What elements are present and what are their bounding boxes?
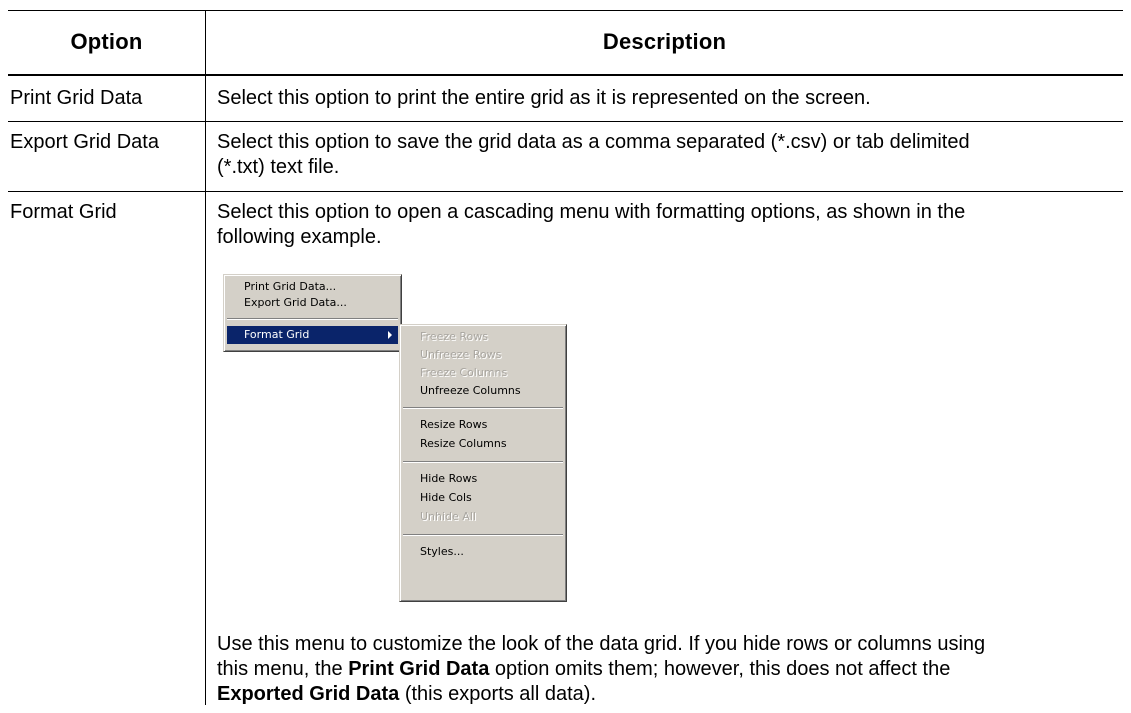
row-divider (8, 191, 1123, 192)
description-line: Select this option to open a cascading m… (217, 201, 966, 223)
description-line: this menu, the Print Grid Data option om… (217, 657, 1115, 682)
header-description: Description (602, 29, 727, 54)
description-print-grid-data: Select this option to print the entire g… (217, 87, 871, 109)
menu-separator (227, 318, 398, 320)
description-line: (*.txt) text file. (217, 156, 340, 178)
description-export-grid-data: Select this option to save the grid data… (217, 130, 1115, 180)
menu-separator (403, 407, 563, 409)
menu-item-label: Format Grid (244, 328, 310, 341)
menu-item-unfreeze-columns[interactable]: Unfreeze Columns (403, 382, 563, 400)
menu-separator (403, 461, 563, 463)
row-divider (8, 121, 1123, 122)
option-format-grid: Format Grid (10, 201, 117, 223)
text-span: this menu, the (217, 658, 349, 680)
menu-item-hide-rows[interactable]: Hide Rows (403, 470, 563, 488)
menu-item-export-grid-data[interactable]: Export Grid Data... (227, 294, 398, 312)
text-span: (this exports all data). (399, 683, 597, 705)
menu-item-resize-columns[interactable]: Resize Columns (403, 435, 563, 453)
menu-item-format-grid[interactable]: Format Grid (227, 326, 398, 344)
text-span: option omits them; however, this does no… (489, 658, 951, 680)
description-line: Use this menu to customize the look of t… (217, 633, 986, 655)
menu-item-resize-rows[interactable]: Resize Rows (403, 416, 563, 434)
column-divider (205, 10, 206, 705)
context-menu: Print Grid Data... Export Grid Data... F… (223, 274, 402, 352)
description-format-grid-intro: Select this option to open a cascading m… (217, 200, 1115, 250)
option-print-grid-data: Print Grid Data (10, 87, 143, 109)
menu-item-unhide-all[interactable]: Unhide All (403, 508, 563, 526)
description-line: Select this option to save the grid data… (217, 131, 970, 153)
header-option: Option (70, 29, 143, 54)
description-line: following example. (217, 226, 382, 248)
menu-separator (403, 534, 563, 536)
submenu-arrow-icon (388, 331, 392, 339)
header-bottom-rule (8, 74, 1123, 76)
table-top-rule (8, 10, 1123, 11)
menu-item-styles[interactable]: Styles... (403, 543, 563, 561)
menu-item-freeze-columns[interactable]: Freeze Columns (403, 364, 563, 382)
description-line: Exported Grid Data (this exports all dat… (217, 682, 1115, 707)
bold-term-exported-grid-data: Exported Grid Data (217, 683, 400, 705)
menu-item-freeze-rows[interactable]: Freeze Rows (403, 328, 563, 346)
description-format-grid-usage: Use this menu to customize the look of t… (217, 632, 1115, 707)
menu-item-unfreeze-rows[interactable]: Unfreeze Rows (403, 346, 563, 364)
menu-item-hide-cols[interactable]: Hide Cols (403, 489, 563, 507)
format-grid-submenu: Freeze Rows Unfreeze Rows Freeze Columns… (399, 324, 567, 602)
option-export-grid-data: Export Grid Data (10, 131, 159, 153)
bold-term-print-grid-data: Print Grid Data (348, 658, 490, 680)
